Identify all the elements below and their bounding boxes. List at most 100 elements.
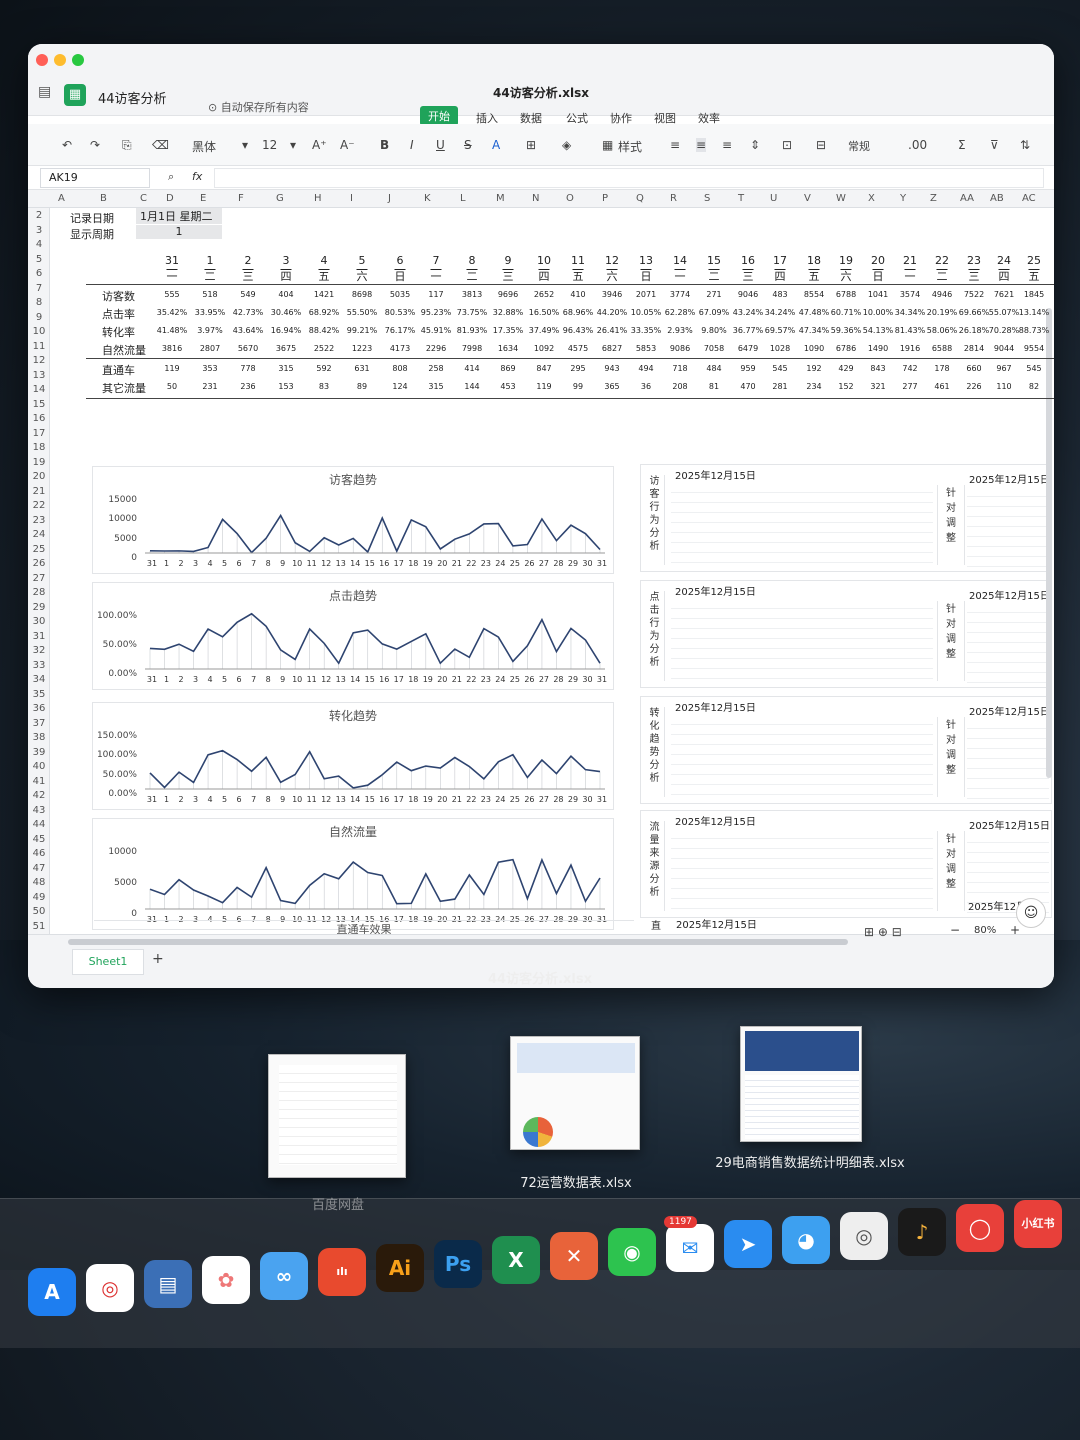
metric-cell[interactable]: 321 <box>862 382 894 391</box>
metric-cell[interactable]: 153 <box>270 382 302 391</box>
metric-cell[interactable]: 808 <box>384 364 416 373</box>
metric-cell[interactable]: 34.34% <box>894 308 926 317</box>
sum-icon[interactable]: Σ <box>958 138 966 152</box>
row-header-42[interactable]: 42 <box>30 790 48 801</box>
metric-cell[interactable]: 555 <box>156 290 188 299</box>
row-header-24[interactable]: 24 <box>30 529 48 540</box>
metric-cell[interactable]: 80.53% <box>384 308 416 317</box>
dock-app-excel-icon[interactable]: X <box>492 1236 540 1284</box>
metric-cell[interactable]: 50 <box>156 382 188 391</box>
metric-cell[interactable]: 36 <box>630 382 662 391</box>
align-right-icon[interactable]: ≡ <box>722 138 732 152</box>
col-header-q[interactable]: Q <box>636 193 644 204</box>
metric-cell[interactable]: 20.19% <box>926 308 958 317</box>
decimal-icon[interactable]: .00 <box>908 138 927 152</box>
row-header-37[interactable]: 37 <box>30 718 48 729</box>
horizontal-scrollbar[interactable] <box>68 939 848 945</box>
row-header-39[interactable]: 39 <box>30 747 48 758</box>
dock-app-chrome-icon[interactable]: ◎ <box>86 1264 134 1312</box>
metric-cell[interactable]: 404 <box>270 290 302 299</box>
row-header-32[interactable]: 32 <box>30 645 48 656</box>
metric-cell[interactable]: 43.64% <box>232 326 264 335</box>
metric-cell[interactable]: 9046 <box>732 290 764 299</box>
metric-cell[interactable]: 59.36% <box>830 326 862 335</box>
increase-font-icon[interactable]: A⁺ <box>312 138 327 152</box>
row-header-12[interactable]: 12 <box>30 355 48 366</box>
metric-cell[interactable]: 35.42% <box>156 308 188 317</box>
row-header-2[interactable]: 2 <box>30 210 48 221</box>
metric-cell[interactable]: 6827 <box>596 344 628 353</box>
align-center-icon[interactable]: ≡ <box>696 138 707 152</box>
row-header-10[interactable]: 10 <box>30 326 48 337</box>
chevron-down-icon[interactable]: ▾ <box>290 138 296 152</box>
metric-cell[interactable]: 483 <box>764 290 796 299</box>
metric-cell[interactable]: 518 <box>194 290 226 299</box>
col-header-k[interactable]: K <box>424 193 431 204</box>
metric-cell[interactable]: 26.41% <box>596 326 628 335</box>
col-header-d[interactable]: D <box>166 193 174 204</box>
row-header-33[interactable]: 33 <box>30 660 48 671</box>
metric-cell[interactable]: 6588 <box>926 344 958 353</box>
row-header-21[interactable]: 21 <box>30 486 48 497</box>
col-header-m[interactable]: M <box>496 193 505 204</box>
row-header-26[interactable]: 26 <box>30 558 48 569</box>
metric-cell[interactable]: 847 <box>528 364 560 373</box>
metric-cell[interactable]: 461 <box>926 382 958 391</box>
metric-cell[interactable]: 73.75% <box>456 308 488 317</box>
row-header-16[interactable]: 16 <box>30 413 48 424</box>
row-header-50[interactable]: 50 <box>30 906 48 917</box>
metric-cell[interactable]: 9086 <box>664 344 696 353</box>
metric-cell[interactable]: 96.43% <box>562 326 594 335</box>
formula-input[interactable] <box>214 168 1044 188</box>
row-header-22[interactable]: 22 <box>30 500 48 511</box>
metric-cell[interactable]: 83 <box>308 382 340 391</box>
metric-cell[interactable]: 3675 <box>270 344 302 353</box>
metric-cell[interactable]: 660 <box>958 364 990 373</box>
metric-cell[interactable]: 1028 <box>764 344 796 353</box>
metric-cell[interactable]: 1490 <box>862 344 894 353</box>
row-header-8[interactable]: 8 <box>30 297 48 308</box>
metric-cell[interactable]: 55.50% <box>346 308 378 317</box>
dock-app-messages-icon[interactable]: ✉ <box>666 1224 714 1272</box>
metric-cell[interactable]: 6786 <box>830 344 862 353</box>
col-header-ab[interactable]: AB <box>990 193 1004 204</box>
metric-cell[interactable]: 410 <box>562 290 594 299</box>
metric-cell[interactable]: 68.92% <box>308 308 340 317</box>
metric-cell[interactable]: 2807 <box>194 344 226 353</box>
font-size-select[interactable]: 12 <box>262 138 277 152</box>
menu-start[interactable]: 开始 <box>420 106 458 126</box>
metric-cell[interactable]: 281 <box>764 382 796 391</box>
style-button[interactable]: 样式 <box>618 138 642 155</box>
metric-cell[interactable]: 7058 <box>698 344 730 353</box>
metric-cell[interactable]: 494 <box>630 364 662 373</box>
metric-cell[interactable]: 43.24% <box>732 308 764 317</box>
metric-cell[interactable]: 34.24% <box>764 308 796 317</box>
dock-app-lark-icon[interactable]: ➤ <box>724 1220 772 1268</box>
dock-app-小红书-icon[interactable]: 小红书 <box>1014 1200 1062 1248</box>
adjust-notes[interactable] <box>967 603 1049 685</box>
analysis-notes[interactable] <box>671 599 933 685</box>
metric-cell[interactable]: 234 <box>798 382 830 391</box>
row-header-13[interactable]: 13 <box>30 370 48 381</box>
assistant-icon[interactable]: ☺ <box>1016 898 1046 928</box>
metric-cell[interactable]: 2652 <box>528 290 560 299</box>
metric-cell[interactable]: 1092 <box>528 344 560 353</box>
merge-cells-icon[interactable]: ⊡ <box>782 138 792 152</box>
metric-cell[interactable]: 3946 <box>596 290 628 299</box>
metric-cell[interactable]: 2522 <box>308 344 340 353</box>
metric-cell[interactable]: 69.57% <box>764 326 796 335</box>
metric-cell[interactable]: 943 <box>596 364 628 373</box>
row-header-35[interactable]: 35 <box>30 689 48 700</box>
row-header-18[interactable]: 18 <box>30 442 48 453</box>
metric-cell[interactable]: 124 <box>384 382 416 391</box>
row-header-41[interactable]: 41 <box>30 776 48 787</box>
thumbnail-ops[interactable] <box>510 1036 640 1150</box>
row-header-20[interactable]: 20 <box>30 471 48 482</box>
metric-cell[interactable]: 2.93% <box>664 326 696 335</box>
filter-icon[interactable]: ⊽ <box>990 138 999 152</box>
metric-cell[interactable]: 58.06% <box>926 326 958 335</box>
metric-cell[interactable]: 81.93% <box>456 326 488 335</box>
col-header-n[interactable]: N <box>532 193 539 204</box>
metric-cell[interactable]: 82 <box>1018 382 1050 391</box>
undo-icon[interactable]: ↶ <box>62 138 72 152</box>
